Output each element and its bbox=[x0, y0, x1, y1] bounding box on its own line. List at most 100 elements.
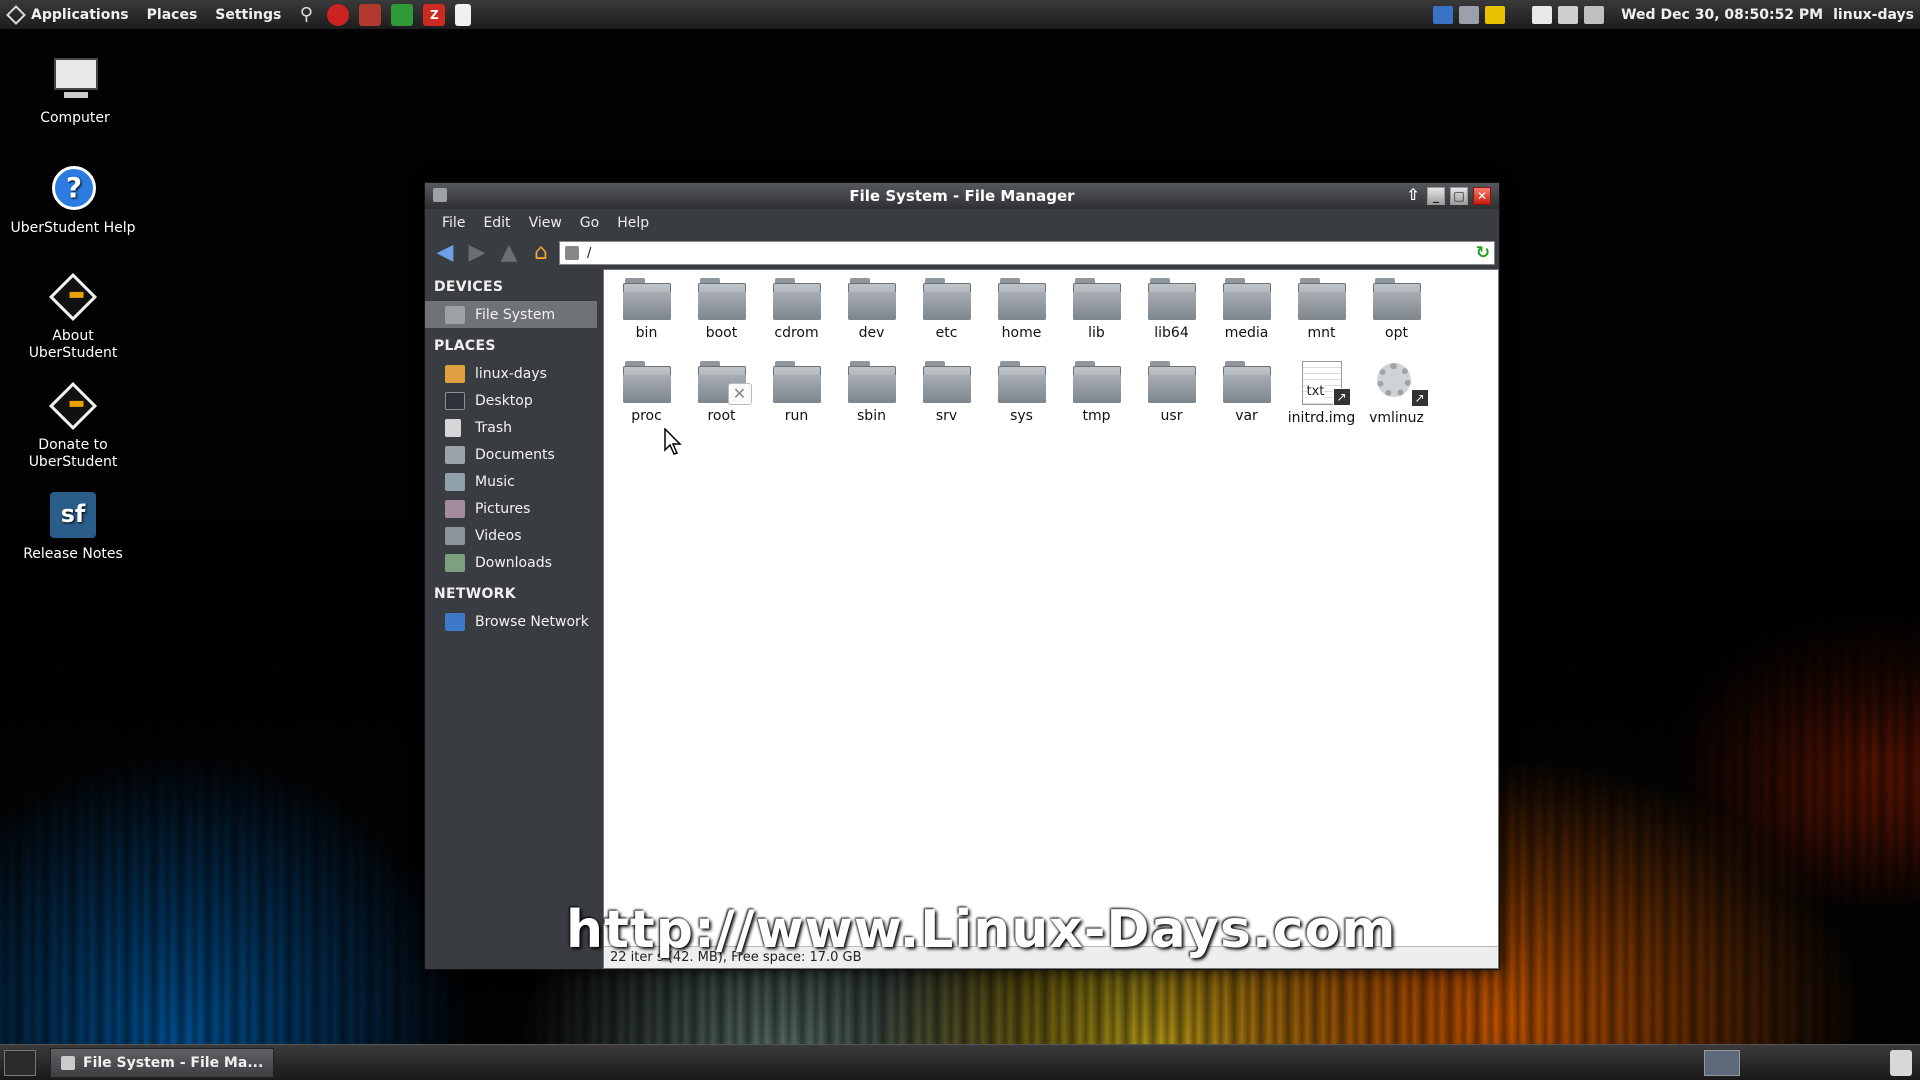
menu-go[interactable]: Go bbox=[571, 215, 608, 231]
file-item-home[interactable]: home bbox=[984, 278, 1059, 342]
file-item-vmlinuz[interactable]: ↗ vmlinuz bbox=[1359, 361, 1434, 427]
home-icon[interactable]: ⌂ bbox=[527, 240, 555, 266]
no-access-emblem-icon: ✕ bbox=[727, 383, 752, 405]
reload-icon[interactable]: ↻ bbox=[1476, 243, 1490, 263]
desktop-icon-release-notes[interactable]: sf Release Notes bbox=[8, 490, 138, 563]
search-icon[interactable]: ⚲ bbox=[295, 4, 317, 26]
volume-icon[interactable] bbox=[1584, 5, 1605, 24]
file-item-lib[interactable]: lib bbox=[1059, 278, 1134, 342]
file-item-mnt[interactable]: mnt bbox=[1284, 278, 1359, 342]
file-item-dev[interactable]: dev bbox=[834, 278, 909, 342]
sidebar-item-trash[interactable]: Trash bbox=[425, 414, 597, 441]
forward-arrow-icon[interactable]: ▶ bbox=[463, 240, 491, 266]
show-desktop-button[interactable] bbox=[4, 1049, 36, 1076]
trash-applet-icon[interactable] bbox=[1890, 1049, 1912, 1076]
document-launcher-icon[interactable] bbox=[455, 3, 472, 26]
sidebar-item-browse-network[interactable]: Browse Network bbox=[425, 608, 597, 635]
shade-button[interactable]: ⇧ bbox=[1404, 187, 1422, 205]
file-item-initrd-img[interactable]: txt ↗ initrd.img bbox=[1284, 361, 1359, 427]
power-tray-icon[interactable] bbox=[1558, 5, 1579, 24]
file-item-tmp[interactable]: tmp bbox=[1059, 361, 1134, 425]
places-menu[interactable]: Places bbox=[138, 0, 207, 30]
file-item-cdrom[interactable]: cdrom bbox=[759, 278, 834, 342]
close-button[interactable]: ✕ bbox=[1473, 187, 1491, 205]
back-arrow-icon[interactable]: ◀ bbox=[431, 240, 459, 266]
uberstudent-logo-icon bbox=[48, 381, 98, 431]
sidebar-heading-places: PLACES bbox=[434, 338, 496, 354]
pictures-folder-icon bbox=[445, 499, 465, 518]
file-item-root[interactable]: ✕ root bbox=[684, 361, 759, 425]
keyboard-layout-icon[interactable] bbox=[1433, 5, 1454, 24]
symlink-emblem-icon: ↗ bbox=[1332, 388, 1351, 406]
file-item-run[interactable]: run bbox=[759, 361, 834, 425]
file-item-label: proc bbox=[631, 408, 662, 424]
network-tray-icon[interactable] bbox=[1459, 5, 1480, 24]
file-item-boot[interactable]: boot bbox=[684, 278, 759, 342]
folder-icon bbox=[847, 361, 896, 403]
file-view[interactable]: bin boot cdrom dev etc home lib lib64 media mnt op… bbox=[603, 269, 1499, 969]
menu-file[interactable]: File bbox=[433, 215, 474, 231]
taskbar-item-label: File System - File Ma... bbox=[83, 1054, 264, 1071]
watermark-text: http://www.Linux-Days.com bbox=[566, 900, 1397, 960]
file-item-var[interactable]: var bbox=[1209, 361, 1284, 425]
zotero-launcher-icon[interactable]: Z bbox=[423, 3, 446, 26]
workspace-pager[interactable] bbox=[1704, 1049, 1740, 1076]
file-item-etc[interactable]: etc bbox=[909, 278, 984, 342]
file-item-lib64[interactable]: lib64 bbox=[1134, 278, 1209, 342]
sidebar-item-linux-days[interactable]: linux-days bbox=[425, 360, 597, 387]
media-launcher-icon[interactable] bbox=[359, 3, 382, 26]
window-menu-icon[interactable] bbox=[433, 188, 447, 202]
desktop-icon-computer[interactable]: Computer bbox=[10, 54, 140, 127]
settings-menu[interactable]: Settings bbox=[206, 0, 290, 30]
sidebar-item-music[interactable]: Music bbox=[425, 468, 597, 495]
file-item-sbin[interactable]: sbin bbox=[834, 361, 909, 425]
sidebar-item-label: linux-days bbox=[475, 365, 547, 382]
maximize-button[interactable]: □ bbox=[1450, 187, 1468, 205]
browser-launcher-icon[interactable] bbox=[327, 3, 350, 26]
file-item-label: initrd.img bbox=[1287, 410, 1356, 426]
window-titlebar[interactable]: File System - File Manager ⇧ _ □ ✕ bbox=[425, 183, 1499, 209]
menu-edit[interactable]: Edit bbox=[474, 215, 519, 231]
sidebar-item-file-system[interactable]: File System bbox=[425, 301, 597, 328]
desktop-icon-label: Computer bbox=[40, 110, 110, 126]
sidebar-item-pictures[interactable]: Pictures bbox=[425, 495, 597, 522]
sidebar-item-label: Pictures bbox=[475, 500, 531, 517]
file-item-srv[interactable]: srv bbox=[909, 361, 984, 425]
file-item-media[interactable]: media bbox=[1209, 278, 1284, 342]
desktop-icon-help[interactable]: ? UberStudent Help bbox=[8, 164, 138, 237]
sidebar: DEVICES File System PLACES linux-days De… bbox=[425, 269, 597, 969]
desktop-icon-label: About UberStudent bbox=[28, 328, 118, 361]
menu-view[interactable]: View bbox=[520, 215, 571, 231]
minimize-button[interactable]: _ bbox=[1427, 187, 1445, 205]
applications-menu[interactable]: Applications bbox=[0, 0, 138, 30]
notes-tray-icon[interactable] bbox=[1485, 5, 1506, 24]
sidebar-heading-network: NETWORK bbox=[434, 586, 516, 602]
desktop-icon-donate[interactable]: Donate to UberStudent bbox=[8, 381, 138, 471]
file-item-opt[interactable]: opt bbox=[1359, 278, 1434, 342]
folder-icon: ✕ bbox=[697, 361, 752, 405]
chat-launcher-icon[interactable] bbox=[391, 3, 414, 26]
taskbar-item-file-manager[interactable]: File System - File Ma... bbox=[50, 1047, 275, 1078]
sidebar-item-desktop[interactable]: Desktop bbox=[425, 387, 597, 414]
bottom-panel: File System - File Ma... bbox=[0, 1044, 1920, 1080]
panel-username[interactable]: linux-days bbox=[1833, 7, 1914, 23]
up-arrow-icon[interactable]: ▲ bbox=[495, 240, 523, 266]
sidebar-item-videos[interactable]: Videos bbox=[425, 522, 597, 549]
sidebar-item-label: Music bbox=[475, 473, 515, 490]
workspace-switcher-icon[interactable] bbox=[1532, 5, 1553, 24]
file-item-usr[interactable]: usr bbox=[1134, 361, 1209, 425]
sidebar-item-label: Downloads bbox=[475, 554, 552, 571]
desktop-icon-about[interactable]: About UberStudent bbox=[8, 272, 138, 362]
home-icon bbox=[445, 364, 465, 383]
file-item-proc[interactable]: proc bbox=[609, 361, 684, 425]
sidebar-item-documents[interactable]: Documents bbox=[425, 441, 597, 468]
menu-help[interactable]: Help bbox=[608, 215, 658, 231]
folder-icon bbox=[922, 361, 971, 403]
file-item-sys[interactable]: sys bbox=[984, 361, 1059, 425]
file-item-bin[interactable]: bin bbox=[609, 278, 684, 342]
location-bar[interactable]: / ↻ bbox=[559, 241, 1495, 265]
file-item-label: tmp bbox=[1082, 408, 1111, 424]
folder-icon bbox=[697, 278, 746, 320]
panel-clock[interactable]: Wed Dec 30, 08:50:52 PM bbox=[1621, 7, 1823, 23]
sidebar-item-downloads[interactable]: Downloads bbox=[425, 549, 597, 576]
